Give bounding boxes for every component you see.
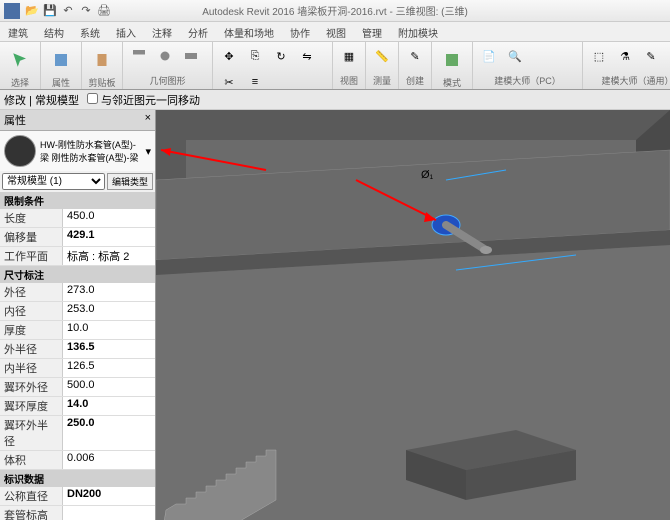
prop-id: 内径253.0 [0,302,155,321]
group-measure: 📏 测量 [366,42,399,89]
ribbon-tabs: 建筑 结构 系统 插入 注释 分析 体量和场地 协作 视图 管理 附加模块 [0,22,670,42]
tab-sys[interactable]: 系统 [72,22,108,41]
edit-type-button[interactable]: 编辑类型 [107,173,153,190]
properties-table: 限制条件 长度450.0 偏移量429.1 工作平面标高 : 标高 2 尺寸标注… [0,192,155,520]
props-button[interactable] [45,44,77,76]
align-button[interactable]: ≡ [243,70,267,90]
join-button[interactable] [179,44,203,68]
print-icon[interactable]: 🖨 [96,3,112,19]
prop-rod: 翼环外径500.0 [0,378,155,397]
rotate-button[interactable]: ↻ [269,44,293,68]
measure-button[interactable]: 📏 [370,44,394,68]
tab-addin[interactable]: 附加模块 [390,22,446,41]
tab-annot[interactable]: 注释 [144,22,180,41]
prop-ihr: 内半径126.5 [0,359,155,378]
move-button[interactable]: ✥ [217,44,241,68]
open-icon[interactable]: 📂 [24,3,40,19]
group-dims[interactable]: 尺寸标注 [0,266,155,283]
properties-panel: 属性 × HW-刚性防水套管(A型)-梁 刚性防水套管(A型)-梁 ▾ 常规模型… [0,110,156,520]
3d-viewport[interactable]: Ø₁ [156,110,670,520]
quick-access-toolbar: 📂 💾 ↶ ↷ 🖨 [24,3,112,19]
group-geom: 几何图形 [123,42,213,89]
filter-button[interactable]: ⚗ [613,44,637,68]
mirror-button[interactable]: ⇋ [295,44,319,68]
sel3d-button[interactable]: ⬚ [587,44,611,68]
tab-mass[interactable]: 体量和场地 [216,22,282,41]
tab-manage[interactable]: 管理 [354,22,390,41]
prop-workplane: 工作平面标高 : 标高 2 [0,247,155,266]
prop-dn: 公称直径DN200 [0,487,155,506]
redo-icon[interactable]: ↷ [78,3,94,19]
editfam2-button[interactable]: ✎ [639,44,663,68]
tab-view[interactable]: 视图 [318,22,354,41]
editfam-button[interactable] [436,44,468,76]
dropdown-icon[interactable]: ▾ [145,145,151,158]
window-title: Autodesk Revit 2016 墙梁板开洞-2016.rvt - 三维视… [202,3,468,18]
move-with-nearby[interactable]: 与邻近图元一同移动 [87,92,200,108]
main-area: 属性 × HW-刚性防水套管(A型)-梁 刚性防水套管(A型)-梁 ▾ 常规模型… [0,110,670,520]
viewbtn[interactable]: ▦ [337,44,361,68]
svg-text:Ø₁: Ø₁ [421,169,434,181]
type-thumbnail [4,135,36,167]
cope-button[interactable] [127,44,151,68]
create-button[interactable]: ✎ [403,44,427,68]
group-clip: 剪贴板 [82,42,123,89]
type-selector[interactable]: HW-刚性防水套管(A型)-梁 刚性防水套管(A型)-梁 ▾ [0,131,155,171]
prop-thick: 厚度10.0 [0,321,155,340]
tab-struct[interactable]: 结构 [36,22,72,41]
cut-button[interactable] [153,44,177,68]
context-tab-label: 修改 | 常规模型 [4,92,79,108]
group-select: 选择 [0,42,41,89]
copy-button[interactable]: ⎘ [243,44,267,68]
paste-button[interactable] [86,44,118,76]
instance-select[interactable]: 常规模型 (1) [2,173,105,190]
prop-offset: 偏移量429.1 [0,228,155,247]
title-bar: 📂 💾 ↶ ↷ 🖨 Autodesk Revit 2016 墙梁板开洞-2016… [0,0,670,22]
viewsheet-button[interactable]: 🔍 [503,44,527,68]
group-mode: 模式 [432,42,473,89]
undo-icon[interactable]: ↶ [60,3,76,19]
move-nearby-checkbox[interactable] [87,93,98,104]
tab-arch[interactable]: 建筑 [0,22,36,41]
ribbon: 选择 属性 剪贴板 几何图形 ✥ ⎘ ↻ ⇋ ✂ ≡ 修改 ▦ 视图 [0,42,670,90]
group-constraints[interactable]: 限制条件 [0,192,155,209]
trim-button[interactable]: ✂ [217,70,241,90]
app-icon[interactable] [4,3,20,19]
gensheet-button[interactable]: 📄 [477,44,501,68]
modify-button[interactable] [4,44,36,76]
prop-pipe-elev: 套管标高 [0,506,155,520]
group-ty: ⬚ ⚗ ✎ 建模大师（通用） [583,42,670,89]
close-icon[interactable]: × [145,112,151,128]
group-modify: ✥ ⎘ ↻ ⇋ ✂ ≡ 修改 [213,42,333,89]
tab-analyze[interactable]: 分析 [180,22,216,41]
prop-od: 外径273.0 [0,283,155,302]
tab-insert[interactable]: 插入 [108,22,144,41]
group-id[interactable]: 标识数据 [0,470,155,487]
prop-ohr: 外半径136.5 [0,340,155,359]
prop-vol: 体积0.006 [0,451,155,470]
3d-scene: Ø₁ [156,110,670,520]
group-props: 属性 [41,42,82,89]
save-icon[interactable]: 💾 [42,3,58,19]
prop-rohr: 翼环外半径250.0 [0,416,155,451]
group-create: ✎ 创建 [399,42,432,89]
options-bar: 修改 | 常规模型 与邻近图元一同移动 [0,90,670,110]
tab-collab[interactable]: 协作 [282,22,318,41]
group-pc: 📄 🔍 建模大师（PC） [473,42,583,89]
type-name: HW-刚性防水套管(A型)-梁 刚性防水套管(A型)-梁 [40,138,141,164]
instance-row: 常规模型 (1) 编辑类型 [0,171,155,192]
properties-header: 属性 × [0,110,155,131]
group-view: ▦ 视图 [333,42,366,89]
prop-rthick: 翼环厚度14.0 [0,397,155,416]
prop-length: 长度450.0 [0,209,155,228]
